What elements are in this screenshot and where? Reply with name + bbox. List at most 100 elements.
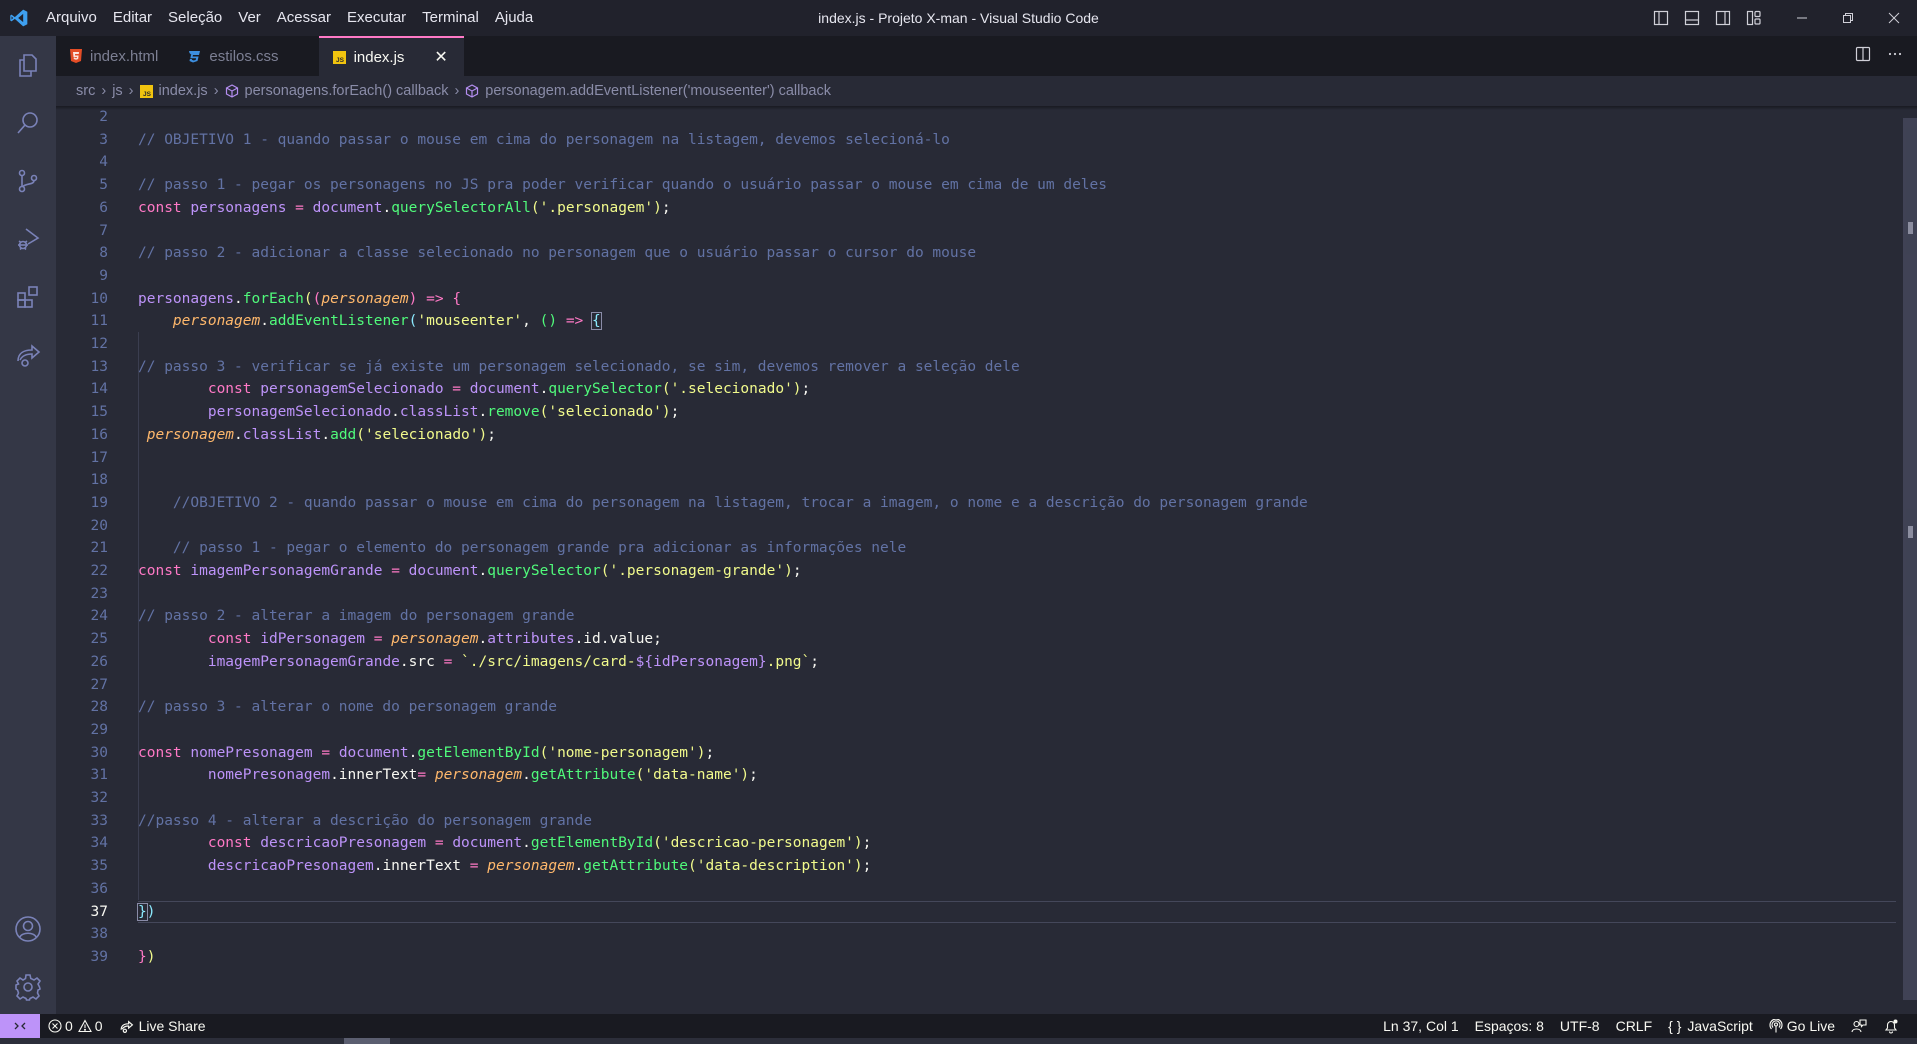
extensions-icon[interactable] — [0, 268, 56, 326]
code-line[interactable]: 13 // passo 3 - verificar se já existe um… — [56, 356, 1896, 379]
toggle-panel-icon[interactable] — [1676, 0, 1707, 36]
remote-indicator-icon[interactable] — [0, 1014, 40, 1038]
code-line[interactable]: 5 // passo 1 - pegar os personagens no JS… — [56, 174, 1896, 197]
restore-icon[interactable] — [1825, 0, 1871, 36]
split-editor-icon[interactable] — [1855, 46, 1871, 67]
menu-arquivo[interactable]: Arquivo — [38, 0, 105, 36]
code-line[interactable]: 10 personagens.forEach((personagem) => { — [56, 288, 1896, 311]
code-line[interactable]: 39}) — [56, 946, 1896, 969]
code-line[interactable]: 25 const idPersonagem = personagem.attri… — [56, 628, 1896, 651]
code-line[interactable]: 30 const nomePresonagem = document.getEle… — [56, 742, 1896, 765]
warning-icon — [77, 1019, 92, 1033]
code-line[interactable]: 31 nomePresonagem.innerText= personagem.… — [56, 764, 1896, 787]
line-number: 6 — [99, 199, 108, 216]
close-tab-icon[interactable]: ✕ — [434, 47, 447, 67]
code-line[interactable]: 11 personagem.addEventListener('mouseent… — [56, 310, 1896, 333]
line-code: // passo 1 - pegar o elemento do persona… — [172, 540, 907, 557]
explorer-icon[interactable] — [0, 36, 56, 94]
menu-editar[interactable]: Editar — [105, 0, 160, 36]
code-line[interactable]: 19 //OBJETIVO 2 - quando passar o mouse … — [56, 492, 1896, 515]
code-line[interactable]: 29 — [56, 719, 1896, 742]
code-line[interactable]: 3 // OBJETIVO 1 - quando passar o mouse e… — [56, 129, 1896, 152]
breadcrumb-foreach-callback[interactable]: personagens.forEach() callback — [225, 83, 449, 99]
code-editor[interactable]: 2 3 // OBJETIVO 1 - quando passar o mouse … — [56, 106, 1917, 1014]
run-debug-icon[interactable] — [0, 210, 56, 268]
code-line[interactable]: 26 imagemPersonagemGrande.src = `./src/i… — [56, 651, 1896, 674]
customize-layout-icon[interactable] — [1738, 0, 1769, 36]
code-line[interactable]: 9 — [56, 265, 1896, 288]
code-line[interactable]: 18 — [56, 469, 1896, 492]
problems-indicator[interactable]: 0 0 — [40, 1014, 111, 1038]
menu-ajuda[interactable]: Ajuda — [487, 0, 541, 36]
code-line[interactable]: 34 const descricaoPresonagem = document.… — [56, 832, 1896, 855]
code-line[interactable]: 22 const imagemPersonagemGrande = documen… — [56, 560, 1896, 583]
line-number: 17 — [90, 449, 108, 466]
minimize-icon[interactable] — [1779, 0, 1825, 36]
end-of-line[interactable]: CRLF — [1608, 1014, 1661, 1038]
code-line[interactable]: 20 — [56, 515, 1896, 538]
breadcrumb-foreach-label: personagens.forEach() callback — [244, 83, 449, 99]
code-line[interactable]: 16 personagem.classList.add('selecionado… — [56, 424, 1896, 447]
accounts-icon[interactable] — [0, 900, 56, 958]
line-number: 18 — [90, 472, 108, 489]
more-actions-icon[interactable] — [1887, 46, 1903, 67]
menu-selecao[interactable]: Seleção — [160, 0, 230, 36]
line-number: 22 — [90, 563, 108, 579]
code-line[interactable]: 24 // passo 2 - alterar a imagem do perso… — [56, 605, 1896, 628]
line-number: 4 — [99, 154, 108, 171]
code-line[interactable]: 36 — [56, 878, 1896, 901]
close-window-icon[interactable] — [1871, 0, 1917, 36]
tab-index-html[interactable]: index.html — [56, 36, 175, 76]
notifications-bell-icon[interactable] — [1875, 1014, 1907, 1038]
live-share-button[interactable]: Live Share — [111, 1014, 214, 1038]
code-line[interactable]: 27 — [56, 674, 1896, 697]
search-icon[interactable] — [0, 94, 56, 152]
code-line[interactable]: 21 // passo 1 - pegar o elemento do pers… — [56, 537, 1896, 560]
code-line[interactable]: 35 descricaoPresonagem.innerText = perso… — [56, 855, 1896, 878]
live-share-icon[interactable] — [0, 326, 56, 384]
horizontal-scrollbar-thumb[interactable] — [344, 1038, 390, 1044]
code-line[interactable]: 17 — [56, 447, 1896, 470]
language-label: JavaScript — [1687, 1018, 1753, 1034]
menu-executar[interactable]: Executar — [339, 0, 414, 36]
js-icon: JS — [332, 50, 346, 64]
code-line[interactable]: 37}) — [56, 900, 1896, 924]
code-line[interactable]: 14 const personagemSelecionado = documen… — [56, 378, 1896, 401]
code-line[interactable]: 12 — [56, 333, 1896, 356]
breadcrumb-file-label: index.js — [158, 83, 208, 99]
source-control-icon[interactable] — [0, 152, 56, 210]
code-line[interactable]: 33 //passo 4 - alterar a descrição do per… — [56, 810, 1896, 833]
encoding[interactable]: UTF-8 — [1552, 1014, 1608, 1038]
toggle-secondary-sidebar-icon[interactable] — [1707, 0, 1738, 36]
breadcrumb-js[interactable]: js — [112, 83, 122, 99]
menu-acessar[interactable]: Acessar — [269, 0, 339, 36]
tab-index-js[interactable]: JS index.js ✕ — [318, 36, 464, 76]
line-code: // passo 1 - pegar os personagens no JS … — [138, 177, 1108, 194]
indentation[interactable]: Espaços: 8 — [1467, 1014, 1552, 1038]
line-number: 11 — [90, 313, 108, 330]
go-live-button[interactable]: Go Live — [1761, 1014, 1843, 1038]
menu-terminal[interactable]: Terminal — [414, 0, 487, 36]
cursor-position[interactable]: Ln 37, Col 1 — [1375, 1014, 1467, 1038]
breadcrumb-listener-callback[interactable]: personagem.addEventListener('mouseenter'… — [465, 83, 831, 99]
feedback-icon[interactable] — [1843, 1014, 1875, 1038]
breadcrumb-src[interactable]: src — [76, 83, 95, 99]
code-line[interactable]: 38 — [56, 923, 1896, 946]
menu-ver[interactable]: Ver — [230, 0, 269, 36]
code-line[interactable]: 15 personagemSelecionado.classList.remov… — [56, 401, 1896, 424]
code-line[interactable]: 32 — [56, 787, 1896, 810]
manage-gear-icon[interactable] — [0, 958, 56, 1016]
code-line[interactable]: 6 const personagens = document.querySelec… — [56, 197, 1896, 220]
language-mode[interactable]: { } JavaScript — [1660, 1014, 1761, 1038]
breadcrumb-file[interactable]: JS index.js — [139, 83, 208, 99]
code-line[interactable]: 8 // passo 2 - adicionar a classe selecio… — [56, 242, 1896, 265]
code-line[interactable]: 28 // passo 3 - alterar o nome do persona… — [56, 696, 1896, 719]
code-line[interactable]: 4 — [56, 151, 1896, 174]
toggle-primary-sidebar-icon[interactable] — [1645, 0, 1676, 36]
menu-bar: Arquivo Editar Seleção Ver Acessar Execu… — [38, 0, 541, 36]
tab-estilos-css[interactable]: estilos.css — [174, 36, 319, 76]
js-icon: JS — [139, 84, 153, 98]
vertical-scrollbar[interactable] — [1903, 118, 1917, 1000]
code-line[interactable]: 23 — [56, 583, 1896, 606]
code-line[interactable]: 7 — [56, 220, 1896, 243]
